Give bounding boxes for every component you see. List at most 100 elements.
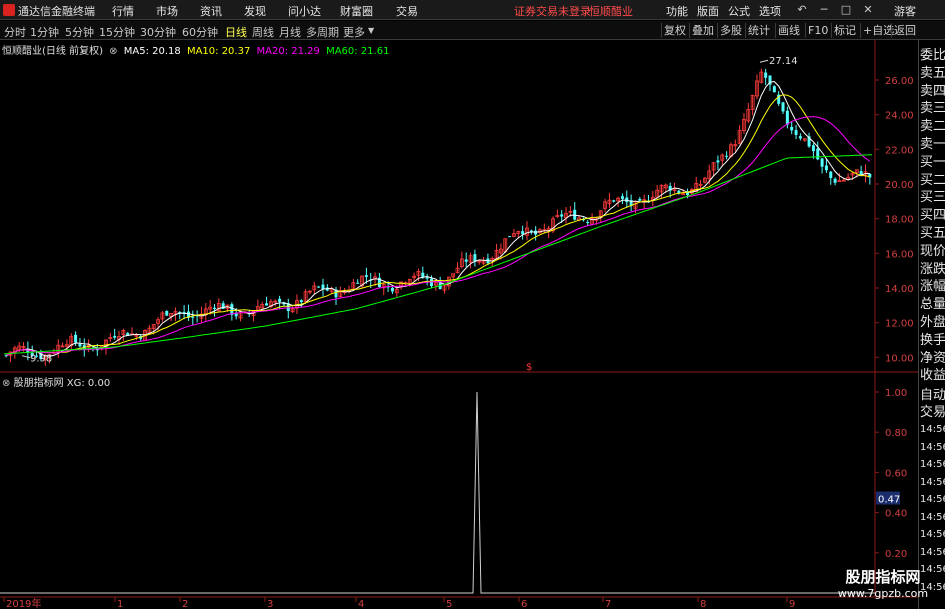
- y-axis-label: 18.00: [885, 215, 914, 226]
- candle-body-down: [772, 86, 776, 93]
- menu-item-exchange[interactable]: 市场: [156, 3, 178, 19]
- x-axis-label: 5: [446, 599, 452, 609]
- candle-body-down: [785, 110, 789, 125]
- candle-body-down: [278, 298, 282, 302]
- side-label: 买三: [920, 190, 945, 206]
- tab-monthly[interactable]: 月线: [279, 24, 301, 40]
- mark-button[interactable]: 标记: [831, 23, 858, 38]
- peak-label: 27.14: [769, 56, 798, 67]
- candle-body-down: [794, 130, 798, 135]
- candle-body-down: [811, 145, 815, 152]
- candle-body-down: [165, 310, 169, 316]
- side-label: 换手: [920, 332, 945, 348]
- menu-item-news[interactable]: 资讯: [200, 3, 222, 19]
- candle-body-down: [798, 136, 802, 139]
- candle-body-down: [364, 275, 368, 277]
- multi-stock-button[interactable]: 多股: [717, 23, 744, 38]
- overlay-button[interactable]: 叠加: [689, 23, 716, 38]
- tab-intraday[interactable]: 分时: [4, 24, 26, 40]
- candle-body-down: [390, 287, 394, 292]
- side-label: 涨跌: [920, 261, 945, 277]
- side-time-item: 14:56: [920, 459, 945, 470]
- adjust-button[interactable]: 复权: [661, 23, 688, 38]
- f10-button[interactable]: F10: [805, 23, 830, 38]
- sub-indicator-name: 股朋指标网: [13, 378, 64, 389]
- sub-indicator-info: ⊗ 股朋指标网 XG: 0.00: [2, 374, 110, 389]
- sub-y-axis-label: 0.60: [885, 468, 907, 479]
- xg-line: [0, 391, 875, 594]
- tab-daily[interactable]: 日线: [225, 24, 247, 40]
- back-icon[interactable]: ↶: [794, 2, 810, 17]
- menu-item-market[interactable]: 行情: [112, 3, 134, 19]
- candle-body-down: [191, 316, 195, 318]
- side-time-item: 14:56: [920, 441, 945, 453]
- side-label: 卖五: [920, 65, 945, 81]
- candle-body-down: [824, 165, 828, 171]
- tab-60min[interactable]: 60分钟: [182, 24, 218, 40]
- period-bar: 分时 1分钟 5分钟 15分钟 30分钟 60分钟 日线 周线 月线 多周期 更…: [0, 21, 945, 40]
- candle-body-down: [212, 307, 216, 309]
- candle-body-down: [816, 148, 820, 160]
- menu-bar: 通达信金融终端 行情 市场 资讯 发现 问小达 财富圈 交易 证券交易未登录 恒…: [0, 0, 945, 20]
- sub-y-axis-label: 0.20: [885, 549, 907, 560]
- candle-body-down: [508, 236, 512, 238]
- guest-label[interactable]: 游客: [894, 3, 916, 19]
- close-icon[interactable]: ✕: [860, 2, 876, 17]
- y-axis-label: 20.00: [885, 180, 914, 191]
- tab-1min[interactable]: 1分钟: [30, 24, 59, 40]
- menu-function[interactable]: 功能: [666, 3, 688, 19]
- candle-body-down: [725, 155, 729, 157]
- tab-15min[interactable]: 15分钟: [99, 24, 135, 40]
- side-time-item: 14:56: [920, 494, 945, 505]
- return-button[interactable]: 返回: [891, 23, 918, 38]
- menu-options[interactable]: 选项: [759, 3, 781, 19]
- tab-5min[interactable]: 5分钟: [65, 24, 94, 40]
- ma20-line: [6, 116, 871, 356]
- menu-item-ask[interactable]: 问小达: [288, 3, 321, 19]
- side-label: 买四: [920, 208, 945, 224]
- side-label: 收益: [920, 368, 945, 384]
- menu-item-trade[interactable]: 交易: [396, 3, 418, 19]
- sub-y-axis-label: 0.80: [885, 428, 907, 439]
- side-label: 卖三: [920, 101, 945, 117]
- candle-body-down: [356, 282, 360, 284]
- y-axis-label: 12.00: [885, 319, 914, 330]
- x-axis-label: 6: [521, 599, 527, 609]
- menu-item-wealth[interactable]: 财富圈: [340, 3, 373, 19]
- price-chart[interactable]: 26.00 24.00 22.00 20.00 18.00 16.00 14.00 12.00…: [0, 40, 918, 609]
- candle-body-down: [586, 222, 590, 224]
- y-axis-label: 26.00: [885, 76, 914, 87]
- tab-30min[interactable]: 30分钟: [140, 24, 176, 40]
- sub-settings-icon[interactable]: ⊗: [2, 378, 10, 389]
- x-axis-label: 2019年: [6, 597, 41, 609]
- side-time-item: 14:56: [920, 511, 945, 523]
- stats-button[interactable]: 统计: [745, 23, 772, 38]
- tab-multi-period[interactable]: 多周期: [306, 24, 339, 40]
- candle-body-down: [560, 214, 564, 217]
- draw-line-button[interactable]: 画线: [775, 23, 802, 38]
- tab-weekly[interactable]: 周线: [252, 24, 274, 40]
- candle-body-down: [790, 126, 794, 131]
- menu-formula[interactable]: 公式: [728, 3, 750, 19]
- menu-item-discover[interactable]: 发现: [244, 3, 266, 19]
- login-warning[interactable]: 证券交易未登录: [514, 3, 591, 19]
- candle-body-down: [74, 334, 78, 343]
- quote-side-panel: 委比 卖五 卖四 卖三 卖二 卖一 买一 买二 买三 买四 买五 现价 涨跌 涨幅 总量 外盘 换手 净资 收益 自动…: [918, 40, 945, 609]
- candle-body-down: [781, 102, 785, 112]
- trough-label: 9.98: [30, 354, 52, 365]
- maximize-icon[interactable]: □: [838, 2, 854, 17]
- candle-body-down: [716, 160, 720, 163]
- candle-body-down: [833, 178, 837, 183]
- more-dropdown-icon[interactable]: ▼: [368, 26, 374, 35]
- menu-layout[interactable]: 版面: [697, 3, 719, 19]
- y-axis-label: 24.00: [885, 111, 914, 122]
- sub-current-value: 0.47: [878, 495, 900, 506]
- side-label: 净资: [920, 350, 945, 366]
- side-label: 外盘: [920, 315, 945, 330]
- minimize-icon[interactable]: ─: [816, 2, 832, 17]
- y-axis-label: 22.00: [885, 145, 914, 156]
- tab-more[interactable]: 更多: [343, 24, 365, 40]
- x-axis-label: 9: [789, 599, 795, 609]
- ma60-line: [3, 154, 873, 355]
- app-title: 通达信金融终端: [18, 5, 95, 18]
